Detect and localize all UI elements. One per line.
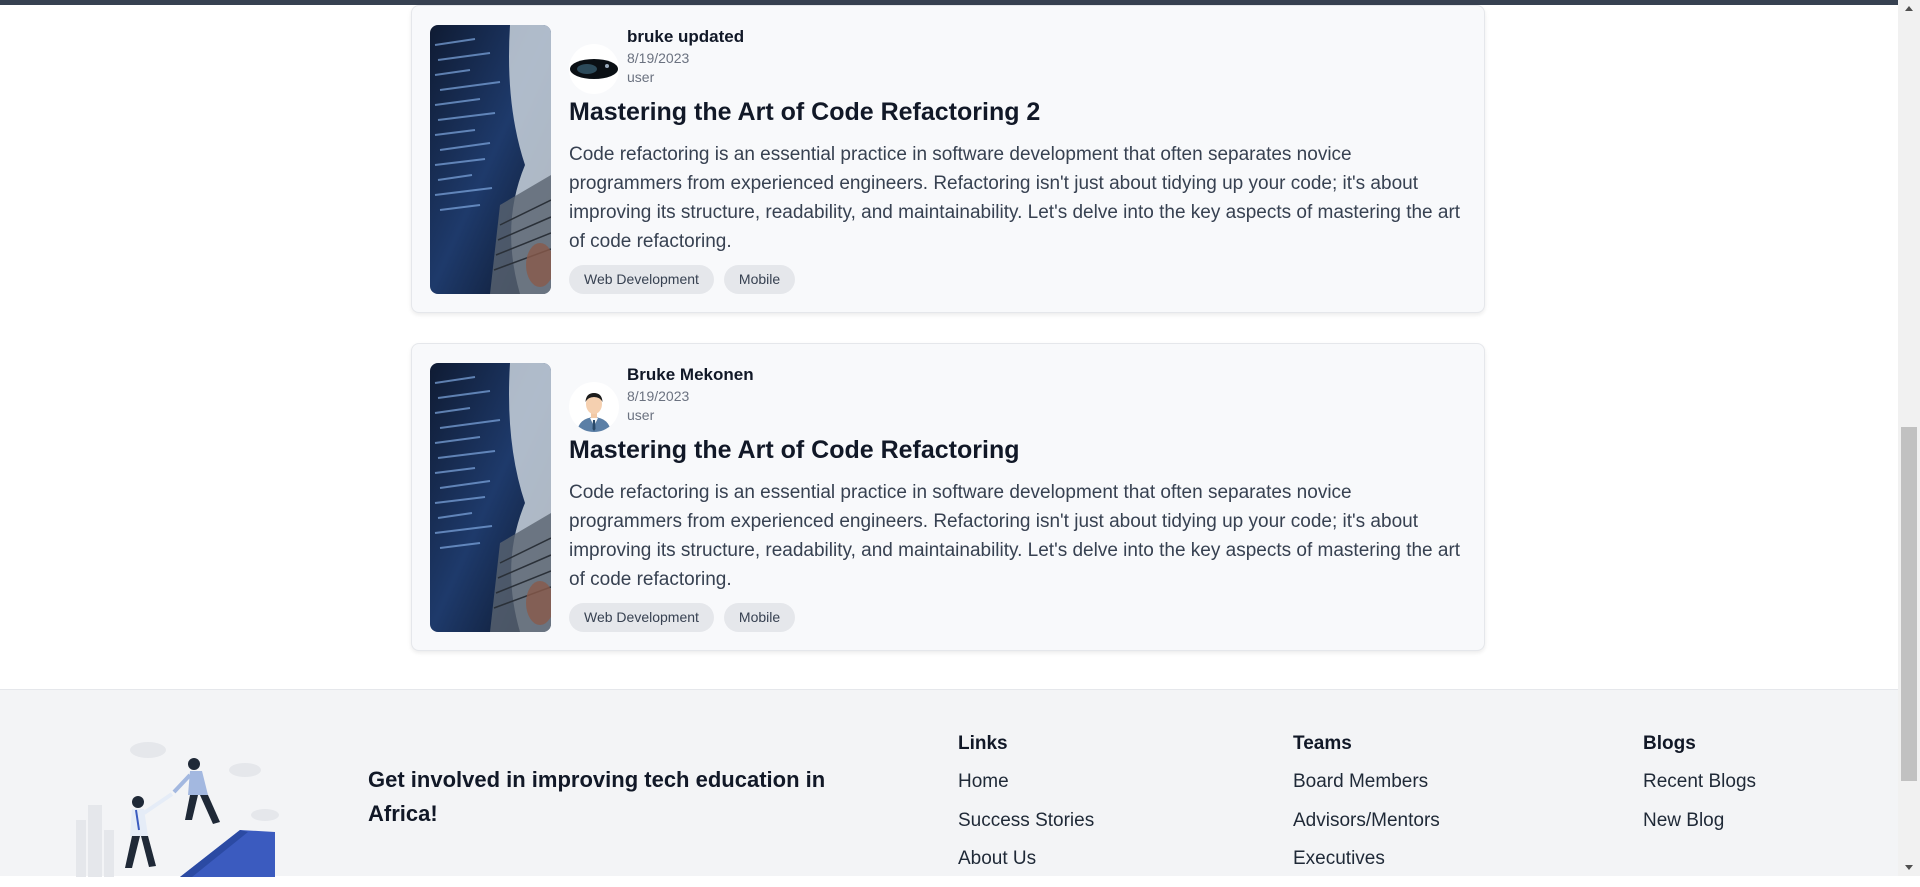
site-footer: Get involved in improving tech education… [0, 689, 1898, 877]
post-thumbnail-image[interactable] [430, 25, 551, 294]
post-tags: Web Development Mobile [569, 603, 796, 632]
blog-post-card[interactable]: bruke updated 8/19/2023 user Mastering t… [411, 5, 1485, 313]
post-excerpt: Code refactoring is an essential practic… [569, 144, 1461, 252]
tag-web-development[interactable]: Web Development [569, 265, 714, 294]
post-date: 8/19/2023 [627, 50, 690, 66]
post-author-name[interactable]: bruke updated [627, 27, 744, 47]
post-title[interactable]: Mastering the Art of Code Refactoring 2 [569, 98, 1040, 127]
footer-heading-links: Links [958, 733, 1008, 754]
post-date: 8/19/2023 [627, 388, 690, 404]
page-scrollbar[interactable] [1898, 0, 1920, 876]
author-avatar[interactable] [569, 382, 619, 432]
footer-link-executives[interactable]: Executives [1293, 848, 1440, 887]
footer-link-success-stories[interactable]: Success Stories [958, 810, 1094, 849]
footer-link-about-us[interactable]: About Us [958, 848, 1094, 887]
scroll-up-arrow-icon[interactable] [1898, 0, 1920, 18]
scroll-down-arrow-icon[interactable] [1898, 858, 1920, 876]
post-author-role: user [627, 69, 655, 85]
blog-post-card[interactable]: Bruke Mekonen 8/19/2023 user Mastering t… [411, 343, 1485, 651]
footer-illustration [70, 740, 290, 877]
footer-heading-teams: Teams [1293, 733, 1352, 754]
tag-web-development[interactable]: Web Development [569, 603, 714, 632]
footer-link-home[interactable]: Home [958, 771, 1094, 810]
scrollbar-thumb[interactable] [1901, 427, 1917, 781]
footer-tagline: Get involved in improving tech education… [368, 767, 826, 826]
footer-column-links: Links Home Success Stories About Us [958, 733, 1094, 887]
footer-link-advisors-mentors[interactable]: Advisors/Mentors [1293, 810, 1440, 849]
footer-link-recent-blogs[interactable]: Recent Blogs [1643, 771, 1756, 810]
post-author-name[interactable]: Bruke Mekonen [627, 365, 754, 385]
post-tags: Web Development Mobile [569, 265, 796, 294]
footer-link-board-members[interactable]: Board Members [1293, 771, 1440, 810]
footer-link-new-blog[interactable]: New Blog [1643, 810, 1756, 849]
tag-mobile[interactable]: Mobile [723, 265, 796, 294]
footer-column-blogs: Blogs Recent Blogs New Blog [1643, 733, 1756, 848]
post-title[interactable]: Mastering the Art of Code Refactoring [569, 436, 1020, 465]
footer-heading-blogs: Blogs [1643, 733, 1696, 754]
post-author-role: user [627, 407, 655, 423]
post-excerpt: Code refactoring is an essential practic… [569, 482, 1461, 590]
post-thumbnail-image[interactable] [430, 363, 551, 632]
tag-mobile[interactable]: Mobile [723, 603, 796, 632]
footer-column-teams: Teams Board Members Advisors/Mentors Exe… [1293, 733, 1440, 887]
author-avatar[interactable] [569, 44, 619, 94]
